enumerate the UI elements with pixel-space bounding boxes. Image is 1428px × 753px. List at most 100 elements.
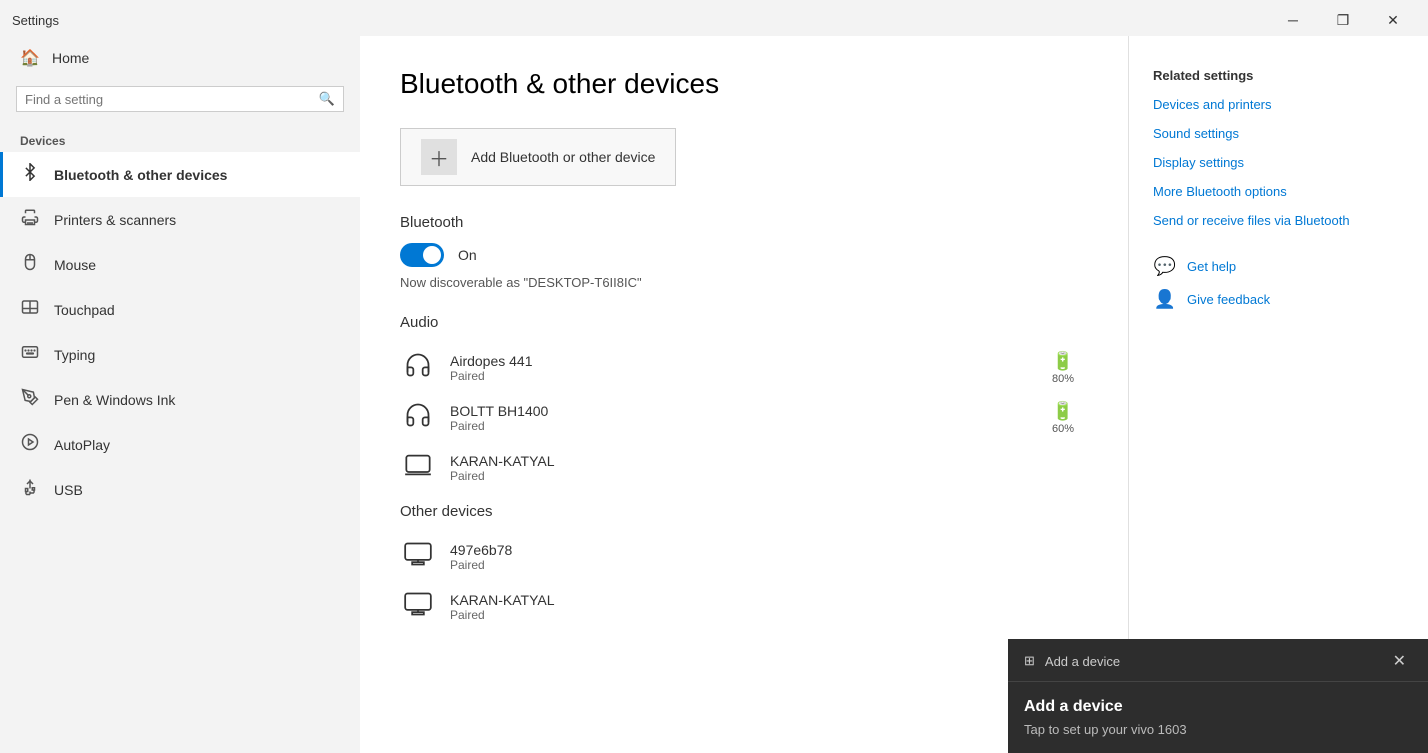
- headphones-icon: [400, 351, 436, 385]
- home-icon: 🏠: [20, 48, 40, 68]
- device-info: Airdopes 441 Paired: [450, 353, 1024, 383]
- window-controls: ─ ❐ ✕: [1270, 6, 1416, 34]
- device-battery: 🔋 80%: [1038, 351, 1088, 385]
- search-input[interactable]: [25, 92, 313, 107]
- monitor-icon: [400, 590, 436, 624]
- touchpad-icon: [20, 298, 40, 321]
- search-icon: 🔍: [319, 91, 335, 107]
- home-label: Home: [52, 50, 89, 66]
- sidebar-item-touchpad[interactable]: Touchpad: [0, 287, 360, 332]
- autoplay-icon: [20, 433, 40, 456]
- battery-icon: 🔋: [1052, 401, 1074, 422]
- sidebar-item-label: AutoPlay: [54, 437, 110, 453]
- device-item-airdopes[interactable]: Airdopes 441 Paired 🔋 80%: [400, 343, 1088, 393]
- notification-popup: ⊞ Add a device ✕ Add a device Tap to set…: [1008, 639, 1428, 753]
- usb-icon: [20, 478, 40, 501]
- device-info: KARAN-KATYAL Paired: [450, 453, 1088, 483]
- add-device-button[interactable]: ＋ Add Bluetooth or other device: [400, 128, 676, 186]
- device-status: Paired: [450, 558, 1088, 572]
- sidebar-section-label: Devices: [0, 128, 360, 152]
- sidebar-item-label: Bluetooth & other devices: [54, 167, 227, 183]
- monitor-icon: [400, 540, 436, 574]
- pen-icon: [20, 388, 40, 411]
- sidebar-item-bluetooth[interactable]: Bluetooth & other devices: [0, 152, 360, 197]
- devices-printers-link[interactable]: Devices and printers: [1153, 97, 1404, 112]
- laptop-icon: [400, 451, 436, 485]
- give-feedback-item[interactable]: 👤 Give feedback: [1153, 289, 1404, 310]
- device-info: KARAN-KATYAL Paired: [450, 592, 1088, 622]
- bluetooth-toggle-row: On: [400, 243, 1088, 267]
- battery-level: 80%: [1052, 373, 1074, 385]
- other-devices-section-title: Other devices: [400, 503, 1088, 520]
- device-info: BOLTT BH1400 Paired: [450, 403, 1024, 433]
- page-title: Bluetooth & other devices: [400, 68, 1088, 100]
- popup-header-icon: ⊞: [1024, 653, 1035, 669]
- device-item-boltt[interactable]: BOLTT BH1400 Paired 🔋 60%: [400, 393, 1088, 443]
- get-help-icon: 💬: [1153, 256, 1177, 277]
- sidebar-item-label: Mouse: [54, 257, 96, 273]
- device-status: Paired: [450, 419, 1024, 433]
- app-title: Settings: [12, 13, 59, 28]
- device-name: Airdopes 441: [450, 353, 1024, 369]
- bluetooth-toggle[interactable]: [400, 243, 444, 267]
- popup-close-button[interactable]: ✕: [1387, 649, 1412, 673]
- device-item-497[interactable]: 497e6b78 Paired: [400, 532, 1088, 582]
- sidebar-item-mouse[interactable]: Mouse: [0, 242, 360, 287]
- device-status: Paired: [450, 608, 1088, 622]
- search-box[interactable]: 🔍: [16, 86, 344, 112]
- device-name: KARAN-KATYAL: [450, 592, 1088, 608]
- popup-header-left: ⊞ Add a device: [1024, 653, 1120, 669]
- sidebar-home[interactable]: 🏠 Home: [0, 36, 360, 80]
- popup-body: Add a device Tap to set up your vivo 160…: [1008, 682, 1428, 753]
- sidebar-item-autoplay[interactable]: AutoPlay: [0, 422, 360, 467]
- audio-section-title: Audio: [400, 314, 1088, 331]
- device-item-karan-katyal-audio[interactable]: KARAN-KATYAL Paired: [400, 443, 1088, 493]
- title-bar: Settings ─ ❐ ✕: [0, 0, 1428, 36]
- discoverable-text: Now discoverable as "DESKTOP-T6II8IC": [400, 275, 1088, 290]
- bluetooth-section-title: Bluetooth: [400, 214, 1088, 231]
- sidebar: 🏠 Home 🔍 Devices Bluetooth & other devic…: [0, 36, 360, 753]
- device-status: Paired: [450, 369, 1024, 383]
- sidebar-item-printers[interactable]: Printers & scanners: [0, 197, 360, 242]
- help-section: 💬 Get help 👤 Give feedback: [1153, 256, 1404, 310]
- display-settings-link[interactable]: Display settings: [1153, 155, 1404, 170]
- popup-title: Add a device: [1024, 698, 1412, 716]
- sidebar-item-typing[interactable]: Typing: [0, 332, 360, 377]
- device-name: BOLTT BH1400: [450, 403, 1024, 419]
- more-bluetooth-link[interactable]: More Bluetooth options: [1153, 184, 1404, 199]
- maximize-button[interactable]: ❐: [1320, 6, 1366, 34]
- mouse-icon: [20, 253, 40, 276]
- sound-settings-link[interactable]: Sound settings: [1153, 126, 1404, 141]
- device-item-karan-katyal-other[interactable]: KARAN-KATYAL Paired: [400, 582, 1088, 632]
- sidebar-item-label: Touchpad: [54, 302, 115, 318]
- sidebar-item-label: USB: [54, 482, 83, 498]
- popup-header: ⊞ Add a device ✕: [1008, 639, 1428, 682]
- sidebar-item-label: Printers & scanners: [54, 212, 176, 228]
- battery-level: 60%: [1052, 423, 1074, 435]
- sidebar-item-label: Typing: [54, 347, 95, 363]
- printers-icon: [20, 208, 40, 231]
- related-settings-title: Related settings: [1153, 68, 1404, 83]
- device-battery: 🔋 60%: [1038, 401, 1088, 435]
- send-receive-bluetooth-link[interactable]: Send or receive files via Bluetooth: [1153, 213, 1404, 228]
- add-icon: ＋: [421, 139, 457, 175]
- give-feedback-link[interactable]: Give feedback: [1187, 292, 1270, 307]
- typing-icon: [20, 343, 40, 366]
- device-status: Paired: [450, 469, 1088, 483]
- minimize-button[interactable]: ─: [1270, 6, 1316, 34]
- battery-icon: 🔋: [1052, 351, 1074, 372]
- get-help-item[interactable]: 💬 Get help: [1153, 256, 1404, 277]
- headphones-icon: [400, 401, 436, 435]
- add-button-label: Add Bluetooth or other device: [471, 149, 655, 165]
- sidebar-item-label: Pen & Windows Ink: [54, 392, 175, 408]
- give-feedback-icon: 👤: [1153, 289, 1177, 310]
- close-button[interactable]: ✕: [1370, 6, 1416, 34]
- sidebar-item-usb[interactable]: USB: [0, 467, 360, 512]
- popup-header-label: Add a device: [1045, 654, 1120, 669]
- device-name: 497e6b78: [450, 542, 1088, 558]
- popup-subtitle: Tap to set up your vivo 1603: [1024, 722, 1412, 737]
- bluetooth-toggle-label: On: [458, 247, 477, 263]
- device-name: KARAN-KATYAL: [450, 453, 1088, 469]
- get-help-link[interactable]: Get help: [1187, 259, 1236, 274]
- sidebar-item-pen[interactable]: Pen & Windows Ink: [0, 377, 360, 422]
